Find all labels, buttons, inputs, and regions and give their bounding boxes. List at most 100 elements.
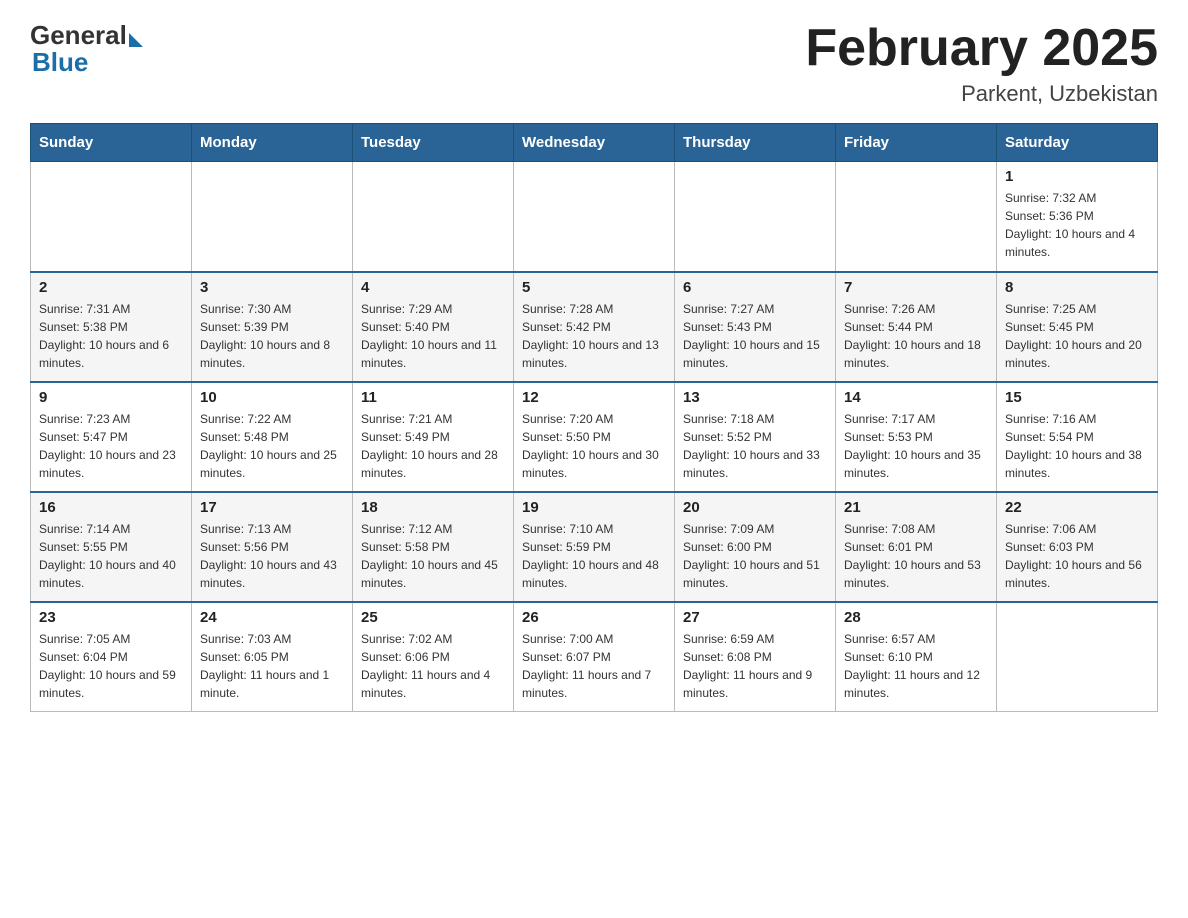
table-row xyxy=(192,162,353,272)
day-number: 13 xyxy=(683,389,827,406)
day-number: 21 xyxy=(844,499,988,516)
header-wednesday: Wednesday xyxy=(514,124,675,162)
day-info: Sunrise: 7:14 AM Sunset: 5:55 PM Dayligh… xyxy=(39,520,183,592)
day-info: Sunrise: 7:22 AM Sunset: 5:48 PM Dayligh… xyxy=(200,410,344,482)
day-info: Sunrise: 7:23 AM Sunset: 5:47 PM Dayligh… xyxy=(39,410,183,482)
day-number: 20 xyxy=(683,499,827,516)
table-row: 6Sunrise: 7:27 AM Sunset: 5:43 PM Daylig… xyxy=(675,272,836,382)
day-number: 10 xyxy=(200,389,344,406)
day-info: Sunrise: 7:02 AM Sunset: 6:06 PM Dayligh… xyxy=(361,630,505,702)
day-number: 24 xyxy=(200,609,344,626)
day-number: 17 xyxy=(200,499,344,516)
day-number: 4 xyxy=(361,279,505,296)
day-info: Sunrise: 7:17 AM Sunset: 5:53 PM Dayligh… xyxy=(844,410,988,482)
table-row: 23 Sunrise: 7:05 AM Sunset: 6:04 PM Dayli… xyxy=(31,602,192,712)
table-row: 11 Sunrise: 7:21 AM Sunset: 5:49 PM Dayli… xyxy=(353,382,514,492)
calendar-row: 9 Sunrise: 7:23 AM Sunset: 5:47 PM Daylig… xyxy=(31,382,1158,492)
day-number: 23 xyxy=(39,609,183,626)
table-row: 13Sunrise: 7:18 AM Sunset: 5:52 PM Dayli… xyxy=(675,382,836,492)
table-row: 12 Sunrise: 7:20 AM Sunset: 5:50 PM Dayli… xyxy=(514,382,675,492)
day-info: Sunrise: 7:00 AM Sunset: 6:07 PM Dayligh… xyxy=(522,630,666,702)
header-thursday: Thursday xyxy=(675,124,836,162)
header-monday: Monday xyxy=(192,124,353,162)
day-info: Sunrise: 7:10 AM Sunset: 5:59 PM Dayligh… xyxy=(522,520,666,592)
day-number: 7 xyxy=(844,279,988,296)
table-row: 24 Sunrise: 7:03 AM Sunset: 6:05 PM Dayli… xyxy=(192,602,353,712)
day-number: 18 xyxy=(361,499,505,516)
day-info: Sunrise: 7:29 AM Sunset: 5:40 PM Dayligh… xyxy=(361,300,505,372)
day-info: Sunrise: 7:12 AM Sunset: 5:58 PM Dayligh… xyxy=(361,520,505,592)
day-info: Sunrise: 7:03 AM Sunset: 6:05 PM Dayligh… xyxy=(200,630,344,702)
day-info: Sunrise: 7:28 AM Sunset: 5:42 PM Dayligh… xyxy=(522,300,666,372)
table-row: 5 Sunrise: 7:28 AM Sunset: 5:42 PM Daylig… xyxy=(514,272,675,382)
title-section: February 2025 Parkent, Uzbekistan xyxy=(805,20,1158,107)
table-row: 20 Sunrise: 7:09 AM Sunset: 6:00 PM Dayli… xyxy=(675,492,836,602)
day-number: 22 xyxy=(1005,499,1149,516)
table-row: 1 Sunrise: 7:32 AM Sunset: 5:36 PM Daylig… xyxy=(997,162,1158,272)
day-number: 14 xyxy=(844,389,988,406)
day-info: Sunrise: 7:16 AM Sunset: 5:54 PM Dayligh… xyxy=(1005,410,1149,482)
table-row: 27 Sunrise: 6:59 AM Sunset: 6:08 PM Dayli… xyxy=(675,602,836,712)
day-number: 16 xyxy=(39,499,183,516)
day-number: 3 xyxy=(200,279,344,296)
day-info: Sunrise: 6:59 AM Sunset: 6:08 PM Dayligh… xyxy=(683,630,827,702)
day-info: Sunrise: 7:25 AM Sunset: 5:45 PM Dayligh… xyxy=(1005,300,1149,372)
day-info: Sunrise: 7:05 AM Sunset: 6:04 PM Dayligh… xyxy=(39,630,183,702)
day-number: 27 xyxy=(683,609,827,626)
table-row: 21 Sunrise: 7:08 AM Sunset: 6:01 PM Dayli… xyxy=(836,492,997,602)
table-row xyxy=(353,162,514,272)
table-row xyxy=(31,162,192,272)
calendar-table: Sunday Monday Tuesday Wednesday Thursday… xyxy=(30,123,1158,712)
table-row: 26 Sunrise: 7:00 AM Sunset: 6:07 PM Dayli… xyxy=(514,602,675,712)
table-row: 4 Sunrise: 7:29 AM Sunset: 5:40 PM Daylig… xyxy=(353,272,514,382)
header-sunday: Sunday xyxy=(31,124,192,162)
day-number: 25 xyxy=(361,609,505,626)
table-row: 16 Sunrise: 7:14 AM Sunset: 5:55 PM Dayli… xyxy=(31,492,192,602)
day-number: 19 xyxy=(522,499,666,516)
day-info: Sunrise: 7:06 AM Sunset: 6:03 PM Dayligh… xyxy=(1005,520,1149,592)
page-header: General Blue February 2025 Parkent, Uzbe… xyxy=(30,20,1158,107)
calendar-title: February 2025 xyxy=(805,20,1158,77)
day-info: Sunrise: 7:13 AM Sunset: 5:56 PM Dayligh… xyxy=(200,520,344,592)
calendar-row: 16 Sunrise: 7:14 AM Sunset: 5:55 PM Dayli… xyxy=(31,492,1158,602)
header-friday: Friday xyxy=(836,124,997,162)
calendar-row: 2Sunrise: 7:31 AM Sunset: 5:38 PM Daylig… xyxy=(31,272,1158,382)
weekday-header-row: Sunday Monday Tuesday Wednesday Thursday… xyxy=(31,124,1158,162)
day-info: Sunrise: 7:30 AM Sunset: 5:39 PM Dayligh… xyxy=(200,300,344,372)
day-info: Sunrise: 7:26 AM Sunset: 5:44 PM Dayligh… xyxy=(844,300,988,372)
day-info: Sunrise: 7:32 AM Sunset: 5:36 PM Dayligh… xyxy=(1005,189,1149,261)
table-row: 28Sunrise: 6:57 AM Sunset: 6:10 PM Dayli… xyxy=(836,602,997,712)
calendar-row: 1 Sunrise: 7:32 AM Sunset: 5:36 PM Daylig… xyxy=(31,162,1158,272)
calendar-subtitle: Parkent, Uzbekistan xyxy=(805,81,1158,107)
day-number: 12 xyxy=(522,389,666,406)
table-row: 8 Sunrise: 7:25 AM Sunset: 5:45 PM Daylig… xyxy=(997,272,1158,382)
day-info: Sunrise: 7:09 AM Sunset: 6:00 PM Dayligh… xyxy=(683,520,827,592)
day-number: 5 xyxy=(522,279,666,296)
table-row xyxy=(836,162,997,272)
table-row: 9 Sunrise: 7:23 AM Sunset: 5:47 PM Daylig… xyxy=(31,382,192,492)
day-number: 11 xyxy=(361,389,505,406)
table-row: 15 Sunrise: 7:16 AM Sunset: 5:54 PM Dayli… xyxy=(997,382,1158,492)
day-number: 9 xyxy=(39,389,183,406)
day-info: Sunrise: 7:08 AM Sunset: 6:01 PM Dayligh… xyxy=(844,520,988,592)
table-row: 14 Sunrise: 7:17 AM Sunset: 5:53 PM Dayli… xyxy=(836,382,997,492)
day-number: 15 xyxy=(1005,389,1149,406)
table-row: 7 Sunrise: 7:26 AM Sunset: 5:44 PM Daylig… xyxy=(836,272,997,382)
day-info: Sunrise: 7:20 AM Sunset: 5:50 PM Dayligh… xyxy=(522,410,666,482)
table-row: 18 Sunrise: 7:12 AM Sunset: 5:58 PM Dayli… xyxy=(353,492,514,602)
table-row xyxy=(675,162,836,272)
day-number: 8 xyxy=(1005,279,1149,296)
table-row xyxy=(997,602,1158,712)
day-number: 26 xyxy=(522,609,666,626)
header-saturday: Saturday xyxy=(997,124,1158,162)
day-info: Sunrise: 7:21 AM Sunset: 5:49 PM Dayligh… xyxy=(361,410,505,482)
day-number: 1 xyxy=(1005,168,1149,185)
table-row: 10 Sunrise: 7:22 AM Sunset: 5:48 PM Dayli… xyxy=(192,382,353,492)
day-number: 28 xyxy=(844,609,988,626)
table-row: 25 Sunrise: 7:02 AM Sunset: 6:06 PM Dayli… xyxy=(353,602,514,712)
table-row: 2Sunrise: 7:31 AM Sunset: 5:38 PM Daylig… xyxy=(31,272,192,382)
table-row: 22 Sunrise: 7:06 AM Sunset: 6:03 PM Dayli… xyxy=(997,492,1158,602)
day-info: Sunrise: 7:27 AM Sunset: 5:43 PM Dayligh… xyxy=(683,300,827,372)
table-row: 17 Sunrise: 7:13 AM Sunset: 5:56 PM Dayli… xyxy=(192,492,353,602)
table-row: 3 Sunrise: 7:30 AM Sunset: 5:39 PM Daylig… xyxy=(192,272,353,382)
